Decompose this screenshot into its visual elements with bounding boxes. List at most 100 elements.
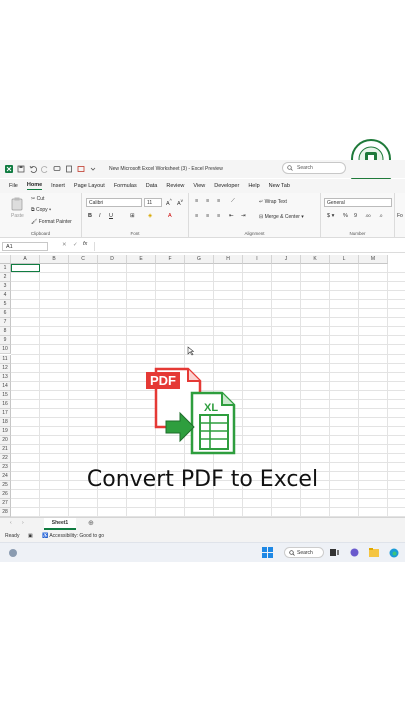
- align-bottom-icon[interactable]: ≡: [217, 198, 220, 204]
- more-icon[interactable]: [89, 165, 97, 173]
- tab-data[interactable]: Data: [146, 183, 158, 189]
- task-view-icon[interactable]: [330, 548, 339, 557]
- font-name-select[interactable]: Calibri: [86, 198, 142, 207]
- enter-icon[interactable]: ✓: [73, 242, 78, 248]
- image-icon[interactable]: [77, 165, 85, 173]
- next-sheet-icon[interactable]: ›: [22, 520, 24, 526]
- paste-icon[interactable]: [10, 197, 24, 211]
- sheet-tab-sheet1[interactable]: Sheet1: [44, 518, 76, 530]
- borders-icon[interactable]: ⊞: [130, 213, 135, 219]
- comma-icon[interactable]: 9: [354, 213, 357, 219]
- row-header-17[interactable]: 17: [0, 408, 11, 418]
- macro-record-icon[interactable]: ▣: [28, 533, 33, 539]
- row-header-18[interactable]: 18: [0, 417, 11, 427]
- accessibility-status[interactable]: ♿ Accessibility: Good to go: [42, 533, 104, 539]
- tab-help[interactable]: Help: [248, 183, 259, 189]
- tab-view[interactable]: View: [193, 183, 205, 189]
- row-header-28[interactable]: 28: [0, 508, 11, 517]
- row-header-4[interactable]: 4: [0, 291, 11, 301]
- row-header-15[interactable]: 15: [0, 390, 11, 400]
- fill-color-icon[interactable]: ◈: [148, 213, 152, 219]
- decrease-indent-icon[interactable]: ⇤: [229, 213, 234, 219]
- row-header-2[interactable]: 2: [0, 273, 11, 283]
- number-format-select[interactable]: General: [324, 198, 392, 207]
- row-header-21[interactable]: 21: [0, 445, 11, 455]
- tab-insert[interactable]: Insert: [51, 183, 65, 189]
- tab-file[interactable]: File: [9, 183, 18, 189]
- wrap-text-button[interactable]: ↵ Wrap Text: [259, 199, 287, 205]
- row-header-7[interactable]: 7: [0, 318, 11, 328]
- align-center-icon[interactable]: ≡: [206, 213, 209, 219]
- add-sheet-icon[interactable]: ⊕: [88, 519, 94, 527]
- select-all-corner[interactable]: [0, 255, 11, 264]
- row-header-19[interactable]: 19: [0, 426, 11, 436]
- redo-icon[interactable]: [41, 165, 49, 173]
- chat-icon[interactable]: [350, 548, 359, 557]
- column-header-a[interactable]: A: [11, 255, 40, 264]
- fx-icon[interactable]: fx: [83, 241, 87, 247]
- row-header-16[interactable]: 16: [0, 399, 11, 409]
- orientation-icon[interactable]: ⟋: [231, 198, 235, 205]
- column-header-g[interactable]: G: [185, 255, 214, 264]
- row-header-8[interactable]: 8: [0, 327, 11, 337]
- row-header-27[interactable]: 27: [0, 499, 11, 509]
- column-header-h[interactable]: H: [214, 255, 243, 264]
- row-header-10[interactable]: 10: [0, 345, 11, 355]
- underline-button[interactable]: U: [109, 213, 113, 219]
- cut-button[interactable]: ✂ Cut: [31, 196, 44, 202]
- edge-browser-icon[interactable]: [389, 548, 399, 558]
- row-header-13[interactable]: 13: [0, 372, 11, 382]
- column-header-c[interactable]: C: [69, 255, 98, 264]
- comment-icon[interactable]: [53, 165, 61, 173]
- row-header-3[interactable]: 3: [0, 282, 11, 292]
- file-explorer-icon[interactable]: [369, 548, 379, 557]
- cancel-icon[interactable]: ✕: [62, 242, 67, 248]
- formula-input[interactable]: [94, 242, 403, 251]
- italic-button[interactable]: I: [99, 213, 101, 219]
- row-header-9[interactable]: 9: [0, 336, 11, 346]
- weather-icon[interactable]: [8, 548, 18, 558]
- row-header-12[interactable]: 12: [0, 363, 11, 373]
- percent-icon[interactable]: %: [343, 213, 348, 219]
- column-header-f[interactable]: F: [156, 255, 185, 264]
- tab-new-tab[interactable]: New Tab: [269, 183, 290, 189]
- column-header-l[interactable]: L: [330, 255, 359, 264]
- column-header-m[interactable]: M: [359, 255, 388, 264]
- paste-label[interactable]: Paste: [11, 213, 24, 219]
- row-header-1[interactable]: 1: [0, 264, 11, 274]
- column-header-j[interactable]: J: [272, 255, 301, 264]
- row-header-6[interactable]: 6: [0, 309, 11, 319]
- save-icon[interactable]: [17, 165, 25, 173]
- copy-button[interactable]: ⧉ Copy ▾: [31, 207, 51, 213]
- taskbar-search[interactable]: Search: [284, 547, 324, 558]
- merge-center-button[interactable]: ⊟ Merge & Center ▾: [259, 214, 304, 220]
- windows-start-icon[interactable]: [262, 547, 273, 558]
- name-box[interactable]: A1: [2, 242, 48, 251]
- row-header-22[interactable]: 22: [0, 454, 11, 464]
- tab-home[interactable]: Home: [26, 182, 43, 190]
- font-color-icon[interactable]: A: [168, 213, 172, 219]
- align-middle-icon[interactable]: ≡: [206, 198, 209, 204]
- row-header-20[interactable]: 20: [0, 435, 11, 445]
- format-painter-button[interactable]: 🖌 Format Painter: [31, 219, 72, 225]
- increase-font-icon[interactable]: A^: [166, 198, 172, 207]
- increase-indent-icon[interactable]: ⇥: [241, 213, 246, 219]
- tab-page-layout[interactable]: Page Layout: [74, 183, 105, 189]
- column-header-k[interactable]: K: [301, 255, 330, 264]
- row-header-14[interactable]: 14: [0, 381, 11, 391]
- align-left-icon[interactable]: ≡: [195, 213, 198, 219]
- column-header-i[interactable]: I: [243, 255, 272, 264]
- currency-icon[interactable]: $ ▾: [327, 213, 334, 219]
- font-size-select[interactable]: 11: [144, 198, 162, 207]
- undo-icon[interactable]: [29, 165, 37, 173]
- decrease-decimal-icon[interactable]: .0: [379, 213, 382, 218]
- column-header-b[interactable]: B: [40, 255, 69, 264]
- prev-sheet-icon[interactable]: ‹: [10, 520, 12, 526]
- increase-decimal-icon[interactable]: .00: [365, 213, 371, 218]
- row-header-11[interactable]: 11: [0, 354, 11, 364]
- column-header-e[interactable]: E: [127, 255, 156, 264]
- align-right-icon[interactable]: ≡: [217, 213, 220, 219]
- align-top-icon[interactable]: ≡: [195, 198, 198, 204]
- column-header-d[interactable]: D: [98, 255, 127, 264]
- selected-cell-a1[interactable]: [11, 264, 40, 272]
